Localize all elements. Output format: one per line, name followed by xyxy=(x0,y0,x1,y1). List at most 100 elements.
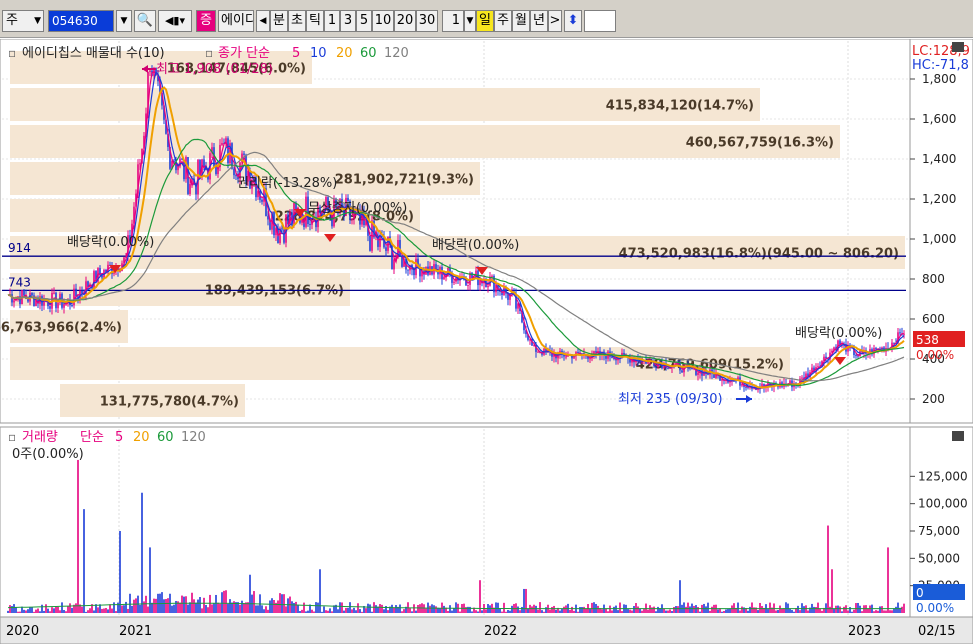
volume-current-text: 0주(0.00%) xyxy=(12,447,84,462)
next-arrow-button[interactable]: > xyxy=(548,10,562,32)
volume-bar xyxy=(475,610,477,613)
volume-bar xyxy=(43,610,45,613)
num-10[interactable]: 10 xyxy=(372,10,394,32)
num-30[interactable]: 30 xyxy=(416,10,438,32)
volume-bar xyxy=(863,605,865,613)
volume-bar xyxy=(857,602,859,613)
tab-day[interactable]: 일 xyxy=(476,10,494,32)
volume-bar xyxy=(211,604,213,613)
volume-bar xyxy=(551,606,553,613)
panel-toggle-icon[interactable] xyxy=(952,431,964,441)
volume-bar xyxy=(579,607,581,613)
volume-bar xyxy=(209,594,211,613)
volume-bar xyxy=(887,547,889,613)
volume-bar xyxy=(679,580,681,613)
volume-bar xyxy=(591,602,593,613)
volume-bar xyxy=(447,610,449,613)
volume-bar xyxy=(279,593,281,613)
volume-bar xyxy=(337,609,339,613)
code-dropdown-button[interactable]: ▼ xyxy=(116,10,132,32)
volume-bar xyxy=(207,607,209,613)
num-5[interactable]: 5 xyxy=(356,10,372,32)
volume-bar xyxy=(93,610,95,613)
volume-bar xyxy=(425,608,427,613)
annotation-label: 권리락(-13.28%) xyxy=(237,176,337,191)
volume-bar xyxy=(229,599,231,613)
num-3[interactable]: 3 xyxy=(340,10,356,32)
volume-bar xyxy=(835,605,837,613)
volume-bar xyxy=(693,605,695,613)
annotation-label: 배당락(0.00%) xyxy=(432,238,519,253)
candle-body xyxy=(667,368,669,370)
tab-second[interactable]: 초 xyxy=(288,10,306,32)
tab-tick[interactable]: 틱 xyxy=(306,10,324,32)
volume-bar xyxy=(347,607,349,613)
candle-body xyxy=(537,351,539,353)
volume-bar xyxy=(355,610,357,613)
volume-bar xyxy=(539,602,541,613)
candle-body xyxy=(93,271,95,289)
volume-bar xyxy=(635,603,637,613)
candle-body xyxy=(899,332,901,334)
volume-bar xyxy=(231,602,233,613)
volume-bar xyxy=(269,600,271,613)
candle-body xyxy=(189,183,191,194)
tab-minute[interactable]: 분 xyxy=(270,10,288,32)
volume-bar xyxy=(485,609,487,613)
speaker-icon[interactable]: ◀▮▾ xyxy=(158,10,192,32)
volume-bar xyxy=(393,607,395,613)
tab-year[interactable]: 년 xyxy=(530,10,548,32)
volume-bar xyxy=(225,590,227,613)
candle-body xyxy=(99,268,101,275)
volume-bar xyxy=(873,611,875,613)
market-label: 주 xyxy=(6,13,18,28)
volume-bar xyxy=(281,594,283,613)
volume-bar xyxy=(47,608,49,613)
volume-bar xyxy=(311,609,313,613)
prev-arrow-button[interactable]: ◀ xyxy=(256,10,270,32)
stock-name-field[interactable]: 에이디 xyxy=(218,10,254,32)
volume-bar xyxy=(299,611,301,613)
volume-bar xyxy=(665,610,667,613)
stock-code-input[interactable]: 054630 xyxy=(48,10,114,32)
updown-arrow-icon[interactable]: ⬍ xyxy=(564,10,582,32)
volume-bar xyxy=(737,602,739,613)
candle-body xyxy=(149,70,151,72)
market-select[interactable]: 주 ▼ xyxy=(2,10,44,32)
volume-bar xyxy=(53,608,55,613)
candle-body xyxy=(565,356,567,358)
volume-bar xyxy=(697,607,699,613)
volume-bar xyxy=(467,606,469,613)
panel-toggle-icon[interactable] xyxy=(952,42,964,52)
chart-canvas: 131,775,780(4.7%)428,759,609(15.2%)66,76… xyxy=(0,38,973,644)
search-icon[interactable]: 🔍 xyxy=(134,10,156,32)
blank-input[interactable] xyxy=(584,10,616,32)
volume-bar xyxy=(875,610,877,613)
candle-body xyxy=(13,300,15,303)
num-1[interactable]: 1 xyxy=(324,10,340,32)
candle-body xyxy=(697,372,699,375)
volume-bar xyxy=(615,605,617,613)
volume-bar xyxy=(541,610,543,613)
volume-bar xyxy=(325,610,327,613)
volume-bar xyxy=(631,610,633,613)
volume-bar xyxy=(319,569,321,613)
volume-bar xyxy=(381,604,383,613)
volume-bar xyxy=(143,601,145,613)
tab-week[interactable]: 주 xyxy=(494,10,512,32)
volume-bar xyxy=(883,610,885,613)
volume-bar xyxy=(149,547,151,613)
volume-bar xyxy=(175,600,177,613)
candle-body xyxy=(215,167,217,175)
price-tick-label: 800 xyxy=(922,272,945,286)
volume-bar xyxy=(69,603,71,613)
num-20[interactable]: 20 xyxy=(394,10,416,32)
stock-badge-icon[interactable]: 증 xyxy=(196,10,216,32)
volume-bar xyxy=(285,606,287,613)
tab-month[interactable]: 월 xyxy=(512,10,530,32)
candle-body xyxy=(467,284,469,286)
period-count-input[interactable]: 1 xyxy=(442,10,464,32)
volume-bar xyxy=(195,602,197,613)
period-dropdown-button[interactable]: ▼ xyxy=(464,10,476,32)
volume-bar xyxy=(109,604,111,613)
